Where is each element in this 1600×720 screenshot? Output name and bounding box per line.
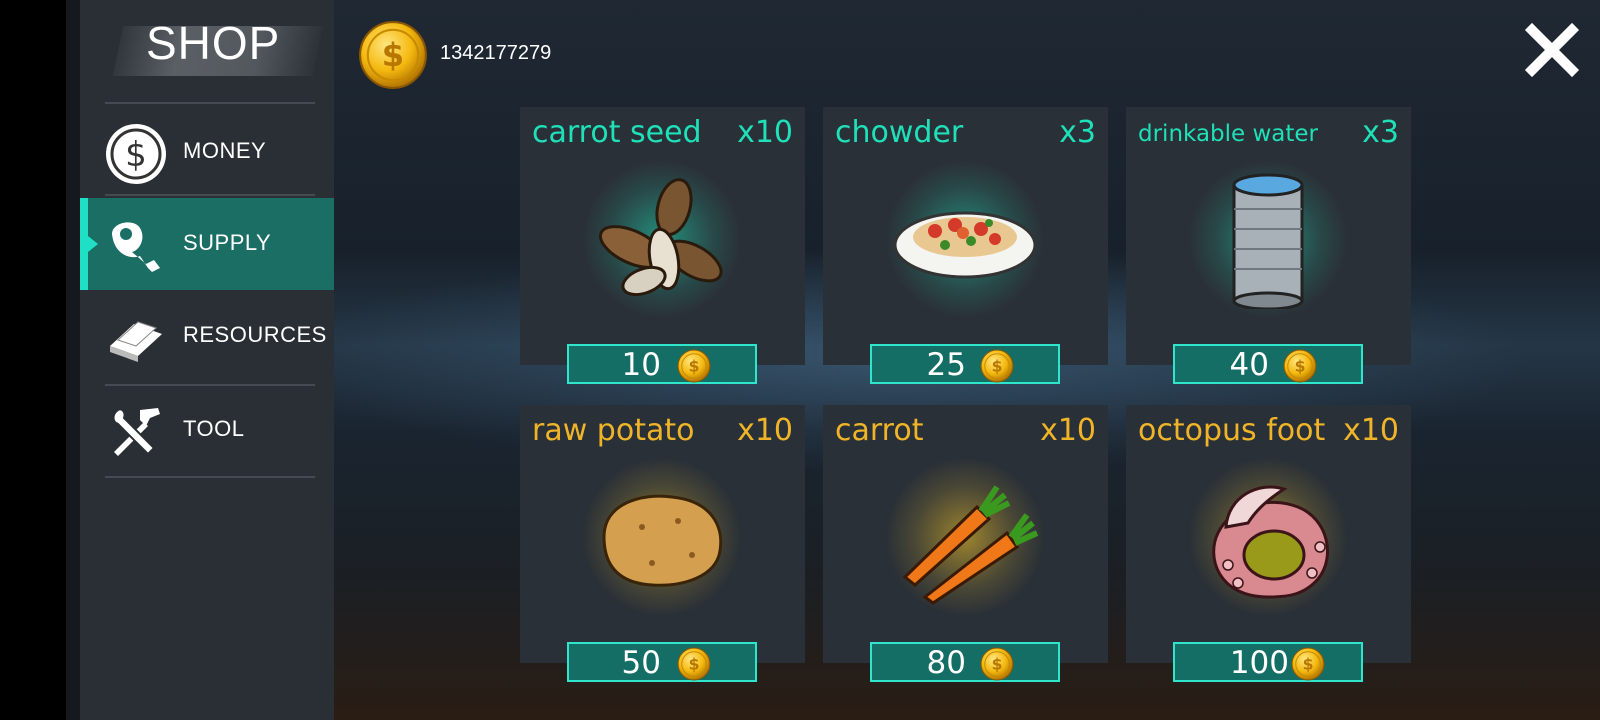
dollar-coin-icon: $ <box>106 124 166 184</box>
sidebar-item-resources[interactable]: RESOURCES <box>80 290 334 382</box>
sidebar-item-money[interactable]: $ MONEY <box>80 106 334 198</box>
item-card-carrot-seed[interactable]: carrot seed x10 <box>520 107 805 365</box>
item-price: 80 <box>926 645 966 681</box>
page-title: SHOP <box>146 17 281 69</box>
coin-icon <box>1291 647 1325 681</box>
seeds-icon <box>598 178 723 297</box>
item-card-carrot[interactable]: carrot x10 <box>823 405 1108 663</box>
buy-button-carrot[interactable]: 80 <box>870 642 1060 682</box>
water-can-icon <box>1232 173 1304 309</box>
item-quantity: x3 <box>1059 115 1096 150</box>
buy-button-chowder[interactable]: 25 <box>870 344 1060 384</box>
sidebar-edge <box>66 0 80 720</box>
item-card-chowder[interactable]: chowder x3 <box>823 107 1108 365</box>
resource-plates-icon <box>110 321 162 362</box>
divider <box>105 476 315 478</box>
active-caret-icon <box>88 236 98 252</box>
divider <box>105 102 315 104</box>
pasta-plate-icon <box>893 211 1037 279</box>
potato-icon <box>602 494 723 587</box>
octopus-tentacle-icon <box>1212 485 1329 599</box>
item-price: 10 <box>621 347 661 383</box>
item-name: carrot <box>835 413 924 448</box>
coin-icon <box>980 349 1014 383</box>
carrot-icon <box>902 485 1039 605</box>
item-quantity: x10 <box>737 115 793 150</box>
item-card-raw-potato[interactable]: raw potato x10 <box>520 405 805 663</box>
meat-icon <box>112 222 160 272</box>
item-name: octopus foot <box>1138 413 1326 448</box>
item-name: chowder <box>835 115 964 150</box>
item-price: 40 <box>1229 347 1269 383</box>
sidebar-item-label: RESOURCES <box>183 322 327 347</box>
sidebar-item-supply[interactable]: SUPPLY <box>80 198 334 290</box>
item-name: raw potato <box>532 413 695 448</box>
buy-button-carrot-seed[interactable]: 10 <box>567 344 757 384</box>
sidebar-item-label: TOOL <box>183 416 245 441</box>
screen-edge <box>0 0 66 720</box>
coin-icon <box>359 21 427 89</box>
coin-icon <box>1283 349 1317 383</box>
item-quantity: x10 <box>1343 413 1399 448</box>
divider <box>105 194 315 196</box>
item-price: 50 <box>621 645 661 681</box>
coin-icon <box>980 647 1014 681</box>
item-quantity: x10 <box>737 413 793 448</box>
item-price: 25 <box>926 347 966 383</box>
shop-title-banner: SHOP <box>108 12 324 82</box>
sidebar-item-label: MONEY <box>183 138 267 163</box>
item-price: 100 <box>1229 645 1289 681</box>
item-quantity: x3 <box>1362 115 1399 150</box>
buy-button-drinkable-water[interactable]: 40 <box>1173 344 1363 384</box>
svg-text:$: $ <box>125 135 147 175</box>
item-card-octopus-foot[interactable]: octopus foot x10 <box>1126 405 1411 663</box>
coin-icon <box>677 349 711 383</box>
coin-balance: 1342177279 <box>440 42 552 64</box>
coin-icon <box>677 647 711 681</box>
item-card-drinkable-water[interactable]: drinkable water x3 <box>1126 107 1411 365</box>
buy-button-octopus-foot[interactable]: 100 <box>1173 642 1363 682</box>
crossed-tools-icon <box>112 408 160 456</box>
item-name: drinkable water <box>1138 121 1319 147</box>
close-icon[interactable] <box>1524 22 1580 78</box>
sidebar-item-tool[interactable]: TOOL <box>80 384 334 476</box>
buy-button-raw-potato[interactable]: 50 <box>567 642 757 682</box>
item-name: carrot seed <box>532 115 702 150</box>
item-quantity: x10 <box>1040 413 1096 448</box>
sidebar-item-label: SUPPLY <box>183 230 272 255</box>
